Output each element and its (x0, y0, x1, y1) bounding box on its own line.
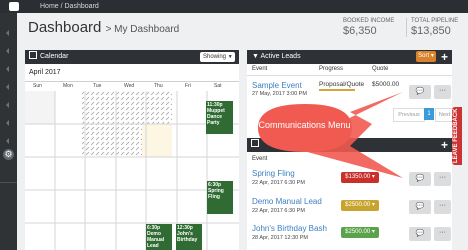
booked-header (247, 138, 452, 152)
booking-date: 22 Apr, 2017 6:30 PM (252, 180, 305, 186)
day-fri: Fri (185, 83, 191, 89)
home-icon[interactable] (9, 2, 19, 11)
add-lead-icon[interactable]: + (441, 51, 448, 63)
page-title-text: Dashboard (28, 19, 102, 36)
sidebar: ⚙ (0, 13, 17, 250)
leave-feedback-tab[interactable]: LEAVE FEEDBACK (452, 107, 462, 165)
more-options-button[interactable]: ··· (434, 85, 451, 99)
calendar-month: April 2017 (29, 69, 61, 76)
booked-income-stat: BOOKED INCOME $6,350 (343, 18, 394, 37)
divider (0, 182, 17, 183)
pagination-previous[interactable]: Previous (393, 108, 425, 122)
calendar-event[interactable]: 6:30p Demo Manual Lead (146, 224, 172, 250)
amount-value: $2500.00 (345, 229, 371, 235)
lead-name-link[interactable]: Sample Event (252, 81, 302, 90)
booking-name-link[interactable]: Spring Fling (252, 169, 295, 178)
showing-dropdown[interactable]: Showing ▼ (200, 52, 235, 62)
event-title: Demo Manual Lead (147, 231, 165, 249)
total-pipeline-stat: TOTAL PIPELINE $13,850 (406, 18, 458, 37)
gear-icon[interactable]: ⚙ (3, 149, 14, 160)
top-bar: Home / Dashboard (0, 0, 468, 13)
booked-income-value: $6,350 (343, 25, 377, 37)
total-pipeline-value: $13,850 (411, 25, 451, 37)
progress-bar (319, 89, 355, 91)
sort-button[interactable]: Sort ▾ (416, 51, 436, 62)
chevron-left-icon[interactable] (6, 84, 9, 90)
column-header-event: Event (252, 66, 268, 72)
calendar-event[interactable]: 12:30p John's Birthday (176, 224, 202, 250)
event-title: John's Birthday (177, 231, 198, 243)
column-header-quote: Quote (372, 66, 389, 72)
showing-label: Showing (203, 54, 227, 60)
calendar-icon (251, 139, 259, 147)
event-title: Muppet Dance Party (207, 108, 225, 126)
amount-dropdown[interactable]: $1350.00 ▾ (341, 172, 379, 183)
calendar-event[interactable]: 11:30p Muppet Dance Party (206, 101, 233, 134)
booked-income-label: BOOKED INCOME (343, 18, 395, 24)
communications-button[interactable]: 💬 (409, 85, 431, 99)
divider (247, 75, 452, 76)
chevron-left-icon[interactable] (6, 138, 9, 144)
breadcrumb[interactable]: Home / Dashboard (40, 2, 99, 11)
column-header-progress: Progress (319, 66, 344, 72)
communications-button[interactable]: 💬 (409, 200, 431, 214)
column-header-event: Event (252, 156, 268, 162)
more-options-button[interactable]: ··· (434, 172, 451, 186)
booking-name-link[interactable]: Demo Manual Lead (252, 197, 322, 206)
active-leads-title: Active Leads (260, 53, 301, 60)
chevron-left-icon[interactable] (6, 102, 9, 108)
more-options-button[interactable]: ··· (434, 200, 451, 214)
day-sat: Sat (214, 83, 222, 89)
divider (25, 81, 239, 82)
day-tue: Tue (93, 83, 102, 89)
lead-date: 27 May, 2017 3:00 PM (252, 91, 307, 97)
funnel-icon: ▼ (252, 53, 259, 60)
page-title: Dashboard > My Dashboard (28, 19, 179, 36)
callout-text: Communications Menu (258, 120, 351, 130)
day-sun: Sun (33, 83, 42, 89)
page-subtitle: > My Dashboard (105, 24, 180, 35)
calendar-event[interactable]: 6:30p Spring Fling (207, 181, 233, 214)
communications-button[interactable]: 💬 (409, 172, 431, 186)
pagination-page[interactable]: 1 (424, 108, 434, 120)
amount-dropdown[interactable]: $2500.00 ▾ (341, 200, 379, 211)
lead-quote: $5000.00 (372, 81, 400, 88)
booking-date: 28 Apr, 2017 12:30 PM (252, 235, 308, 241)
amount-value: $1350.00 (345, 174, 371, 180)
chevron-left-icon[interactable] (6, 66, 9, 72)
sort-label: Sort (418, 53, 430, 59)
feedback-label: LEAVE FEEDBACK (453, 108, 459, 163)
chevron-left-icon[interactable] (6, 30, 9, 36)
total-pipeline-label: TOTAL PIPELINE (411, 18, 459, 24)
more-options-button[interactable]: ··· (434, 227, 451, 241)
lead-progress: Proposal/Quote (319, 81, 365, 88)
day-thu: Thu (154, 83, 163, 89)
chevron-left-icon[interactable] (6, 48, 9, 54)
booking-date: 22 Apr, 2017 6:30 PM (252, 208, 305, 214)
add-booking-icon[interactable]: + (441, 139, 448, 151)
booking-name-link[interactable]: John's Birthday Bash (252, 224, 327, 233)
amount-value: $2500.00 (345, 202, 371, 208)
chevron-left-icon[interactable] (6, 120, 9, 126)
calendar-icon (29, 51, 37, 59)
day-mon: Mon (63, 83, 73, 89)
chevron-down-icon: ▼ (227, 54, 233, 60)
day-wed: Wed (124, 83, 135, 89)
amount-dropdown[interactable]: $2500.00 ▾ (341, 227, 379, 238)
calendar-title: Calendar (40, 53, 69, 60)
communications-button[interactable]: 💬 (409, 227, 431, 241)
event-title: Spring Fling (208, 188, 224, 200)
